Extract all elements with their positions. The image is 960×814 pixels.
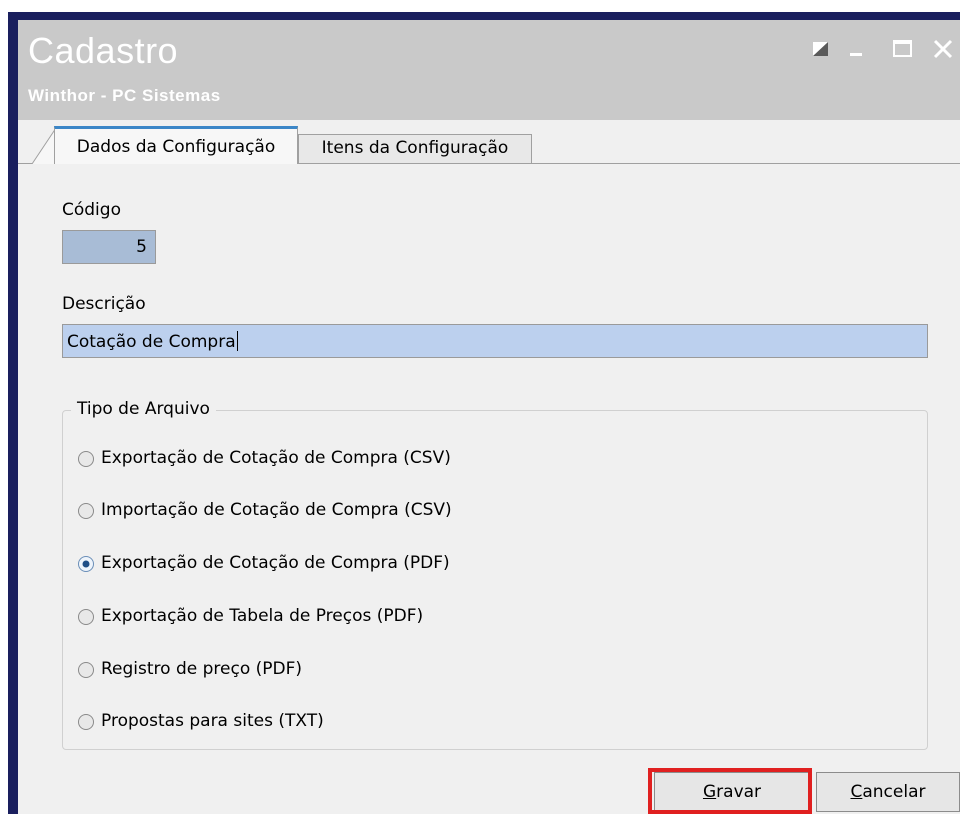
tab-dados-configuracao[interactable]: Dados da Configuração: [54, 126, 298, 164]
radio-label: Propostas para sites (TXT): [101, 711, 324, 731]
cancelar-label: ancelar: [862, 782, 926, 802]
gravar-accelerator: G: [702, 782, 717, 802]
restore-icon[interactable]: [808, 36, 834, 62]
radio-button-selected[interactable]: [77, 555, 95, 573]
window-title: Cadastro: [28, 30, 179, 71]
tab-itens-configuracao[interactable]: Itens da Configuração: [298, 134, 532, 164]
tipo-arquivo-legend: Tipo de Arquivo: [71, 399, 216, 419]
gravar-label: ravar: [716, 782, 762, 802]
radio-label: Importação de Cotação de Compra (CSV): [101, 500, 452, 520]
maximize-icon[interactable]: [890, 36, 916, 62]
window-subtitle: Winthor - PC Sistemas: [28, 86, 221, 105]
cancelar-accelerator: C: [850, 782, 863, 802]
title-bar[interactable]: Cadastro Winthor - PC Sistemas: [18, 20, 960, 120]
radio-label: Exportação de Tabela de Preços (PDF): [101, 606, 424, 626]
gravar-button[interactable]: Gravar: [654, 772, 810, 812]
radio-button[interactable]: [77, 661, 95, 679]
radio-button[interactable]: [77, 713, 95, 731]
radio-label: Exportação de Cotação de Compra (PDF): [101, 553, 450, 573]
radio-button[interactable]: [77, 502, 95, 520]
tab-edge: [32, 128, 56, 164]
radio-button[interactable]: [77, 608, 95, 626]
radio-button[interactable]: [77, 450, 95, 468]
codigo-field[interactable]: 5: [62, 230, 156, 264]
radio-label: Registro de preço (PDF): [101, 659, 303, 679]
codigo-label: Código: [62, 200, 121, 220]
radio-label: Exportação de Cotação de Compra (CSV): [101, 448, 451, 468]
descricao-value: Cotação de Compra: [67, 332, 236, 352]
descricao-field[interactable]: Cotação de Compra: [62, 324, 928, 358]
text-cursor: [236, 331, 238, 351]
cancelar-button[interactable]: Cancelar: [816, 772, 960, 812]
descricao-label: Descrição: [62, 294, 146, 314]
close-icon[interactable]: [930, 36, 956, 62]
minimize-icon[interactable]: [844, 36, 870, 62]
window-body: Dados da Configuração Itens da Configura…: [18, 120, 960, 814]
tipo-arquivo-group: Tipo de Arquivo Exportação de Cotação de…: [62, 399, 928, 750]
cadastro-window: Cadastro Winthor - PC Sistemas Dados da …: [8, 12, 960, 814]
